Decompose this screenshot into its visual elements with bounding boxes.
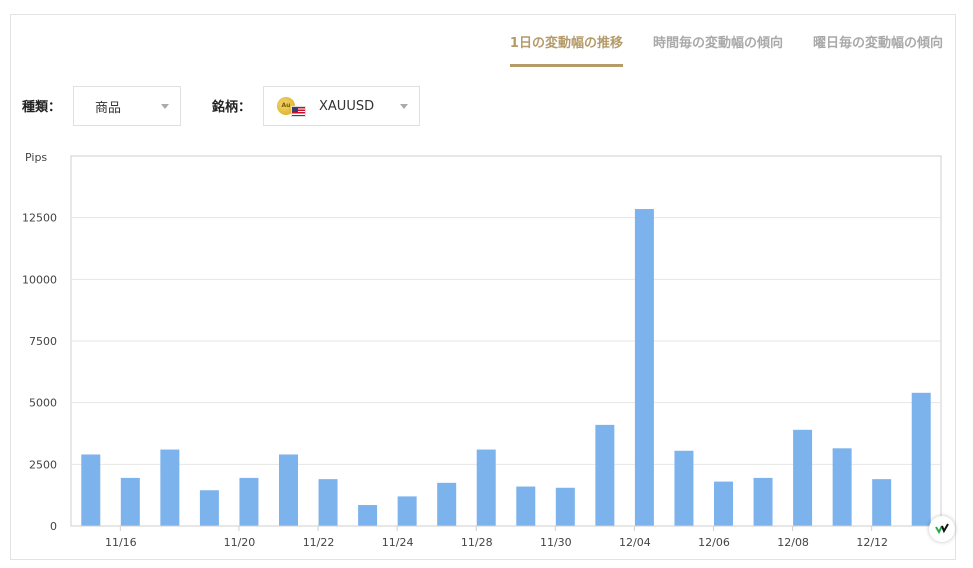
bar-11-15 xyxy=(81,454,101,526)
bar-11-22 xyxy=(318,479,338,526)
bar-11-17 xyxy=(160,449,180,526)
y-axis-label: Pips xyxy=(25,151,47,164)
bar-12-05 xyxy=(674,450,694,526)
bar-12-07 xyxy=(753,477,773,526)
bar-11-18 xyxy=(199,490,219,526)
x-tick-label: 12/04 xyxy=(619,536,651,549)
x-tick-label: 12/06 xyxy=(698,536,730,549)
y-tick-label: 0 xyxy=(50,520,57,533)
bar-11-23 xyxy=(358,505,378,526)
x-tick-label: 11/16 xyxy=(105,536,137,549)
x-tick-label: 11/30 xyxy=(540,536,572,549)
bars xyxy=(81,209,931,527)
x-tick-label: 12/12 xyxy=(856,536,888,549)
bar-12-08 xyxy=(793,429,813,526)
y-tick-label: 7500 xyxy=(29,335,57,348)
bar-11-21 xyxy=(279,454,298,526)
y-tick-label: 12500 xyxy=(22,212,57,225)
bar-11-29 xyxy=(516,486,536,526)
bar-11-16 xyxy=(120,477,140,526)
bar-11-30 xyxy=(555,487,575,526)
bar-11-27 xyxy=(437,482,457,526)
x-tick-label: 11/28 xyxy=(461,536,493,549)
y-tick-label: 2500 xyxy=(29,458,57,471)
y-tick-label: 5000 xyxy=(29,397,57,410)
x-tick-labels: 11/16 11/20 11/22 11/24 11/28 11/30 12/04 12/06… xyxy=(71,525,941,549)
bar-11-28 xyxy=(476,449,496,526)
bar-12-04 xyxy=(634,209,654,527)
x-tick-label: 11/20 xyxy=(224,536,256,549)
bar-12-11 xyxy=(832,448,852,526)
bar-11-24 xyxy=(397,496,417,526)
tradingview-logo-icon xyxy=(929,516,955,542)
bar-12-01 xyxy=(595,424,615,526)
bar-12-06 xyxy=(714,481,733,526)
bar-12-12 xyxy=(872,479,892,526)
bar-chart: Pips 02500500075001000012500 11/16 11/20 1… xyxy=(22,151,942,549)
x-tick-label: 11/22 xyxy=(303,536,335,549)
x-tick-label: 12/08 xyxy=(777,536,809,549)
x-tick-label: 11/24 xyxy=(382,536,414,549)
y-tick-label: 10000 xyxy=(22,273,57,286)
bar-12-13 xyxy=(911,392,931,526)
y-tick-labels: 0 2500 5000 7500 10000 12500 xyxy=(22,212,57,533)
bar-11-20 xyxy=(239,477,259,526)
